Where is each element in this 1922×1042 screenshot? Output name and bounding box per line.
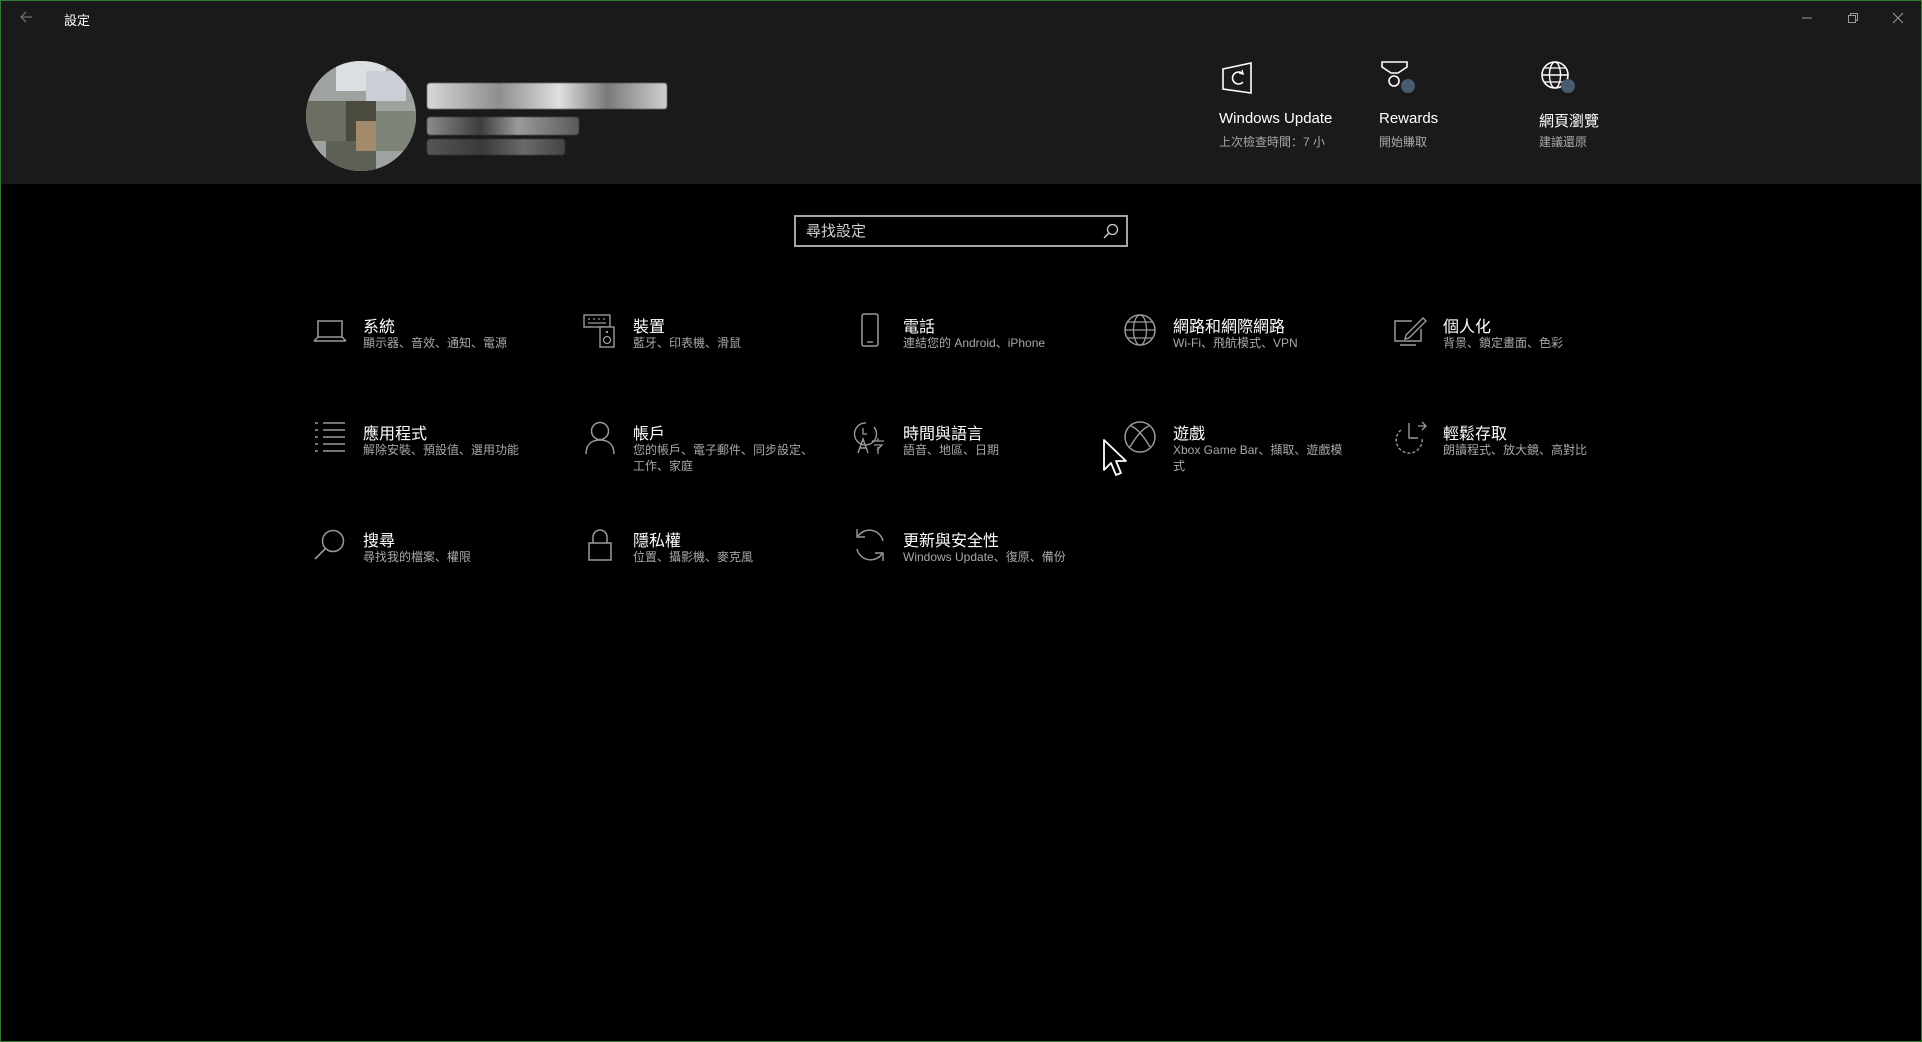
category-title: 帳戶 — [633, 426, 666, 443]
category-apps[interactable]: 應用程式 解除安裝、預設值、選用功能 — [308, 420, 548, 500]
title-bar[interactable]: 設定 — [1, 1, 1921, 35]
category-subtitle: 朗讀程式、放大鏡、高對比 — [1443, 443, 1588, 457]
category-title: 應用程式 — [363, 426, 428, 443]
web-browsing-icon — [1541, 61, 1575, 93]
category-subtitle: 藍牙、印表機、滑鼠 — [633, 336, 742, 350]
account-email — [427, 117, 579, 135]
category-system[interactable]: 系統 顯示器、音效、通知、電源 — [308, 313, 548, 393]
settings-search-box[interactable] — [794, 215, 1128, 247]
category-subtitle: 尋找我的檔案、權限 — [363, 550, 472, 564]
search-input[interactable] — [796, 217, 1086, 245]
time-language-icon — [853, 422, 884, 454]
category-devices[interactable]: 裝置 藍牙、印表機、滑鼠 — [578, 313, 818, 393]
category-title: 時間與語言 — [903, 426, 984, 443]
category-subtitle: 顯示器、音效、通知、電源 — [363, 336, 508, 350]
category-subtitle: 您的帳戶、電子郵件、同步設定、工作、家庭 — [633, 443, 814, 473]
category-personalization[interactable]: 個人化 背景、鎖定畫面、色彩 — [1388, 313, 1628, 393]
category-title: 網路和網際網路 — [1173, 319, 1286, 336]
category-title: 裝置 — [633, 319, 666, 336]
windows-update-icon — [1222, 62, 1252, 94]
sync-icon — [856, 529, 884, 561]
account-extra — [427, 139, 565, 155]
category-title: 更新與安全性 — [903, 533, 1000, 550]
mouse-pointer-icon — [1103, 439, 1127, 476]
quick-link-title: 網頁瀏覽 — [1539, 113, 1600, 130]
category-time-language[interactable]: 時間與語言 語音、地區、日期 — [848, 420, 1088, 500]
quick-link-subtitle: 上次檢查時間：7 小 — [1219, 135, 1326, 149]
close-icon[interactable] — [1875, 1, 1921, 35]
person-icon — [585, 421, 615, 455]
category-title: 隱私權 — [633, 533, 682, 550]
category-subtitle: Windows Update、復原、備份 — [903, 550, 1066, 564]
globe-icon — [1124, 314, 1156, 346]
user-avatar[interactable] — [306, 61, 416, 171]
window-title: 設定 — [64, 13, 91, 28]
phone-icon — [861, 313, 879, 347]
quick-link-subtitle: 建議還原 — [1539, 135, 1588, 149]
category-title: 個人化 — [1443, 319, 1492, 336]
settings-window: 設定 Windows Update 上次檢查時間：7 小 Rewards 開始賺… — [0, 0, 1922, 1042]
search-icon[interactable] — [1102, 222, 1120, 240]
back-arrow-icon[interactable] — [15, 8, 37, 28]
account-header: Windows Update 上次檢查時間：7 小 Rewards 開始賺取 網… — [1, 35, 1921, 184]
category-network[interactable]: 網路和網際網路 Wi-Fi、飛航模式、VPN — [1118, 313, 1358, 393]
restore-icon[interactable] — [1830, 1, 1876, 35]
category-title: 搜尋 — [363, 533, 396, 550]
search-icon — [314, 529, 345, 560]
rewards-icon — [1381, 61, 1415, 93]
category-subtitle: 語音、地區、日期 — [903, 443, 1000, 457]
category-search[interactable]: 搜尋 尋找我的檔案、權限 — [308, 527, 548, 607]
laptop-icon — [313, 320, 347, 342]
ease-of-access-icon — [1395, 421, 1427, 454]
personalization-icon — [1394, 317, 1427, 346]
account-name — [427, 83, 667, 109]
category-title: 系統 — [363, 319, 396, 336]
category-ease-of-access[interactable]: 輕鬆存取 朗讀程式、放大鏡、高對比 — [1388, 420, 1628, 500]
quick-link-title: Rewards — [1379, 110, 1439, 127]
category-phone[interactable]: 電話 連結您的 Android、iPhone — [848, 313, 1088, 393]
category-subtitle: 背景、鎖定畫面、色彩 — [1443, 336, 1564, 350]
category-title: 電話 — [903, 319, 936, 336]
category-subtitle: 解除安裝、預設值、選用功能 — [363, 443, 520, 457]
category-title: 遊戲 — [1173, 426, 1206, 443]
devices-icon — [583, 314, 615, 348]
category-update-security[interactable]: 更新與安全性 Windows Update、復原、備份 — [848, 527, 1088, 607]
apps-list-icon — [315, 422, 345, 452]
category-accounts[interactable]: 帳戶 您的帳戶、電子郵件、同步設定、工作、家庭 — [578, 420, 818, 500]
category-gaming[interactable]: 遊戲 Xbox Game Bar、擷取、遊戲模式 — [1118, 420, 1358, 500]
category-subtitle: Wi-Fi、飛航模式、VPN — [1173, 336, 1298, 350]
lock-icon — [588, 529, 612, 561]
quick-link-subtitle: 開始賺取 — [1379, 135, 1428, 149]
category-title: 輕鬆存取 — [1443, 426, 1508, 443]
category-subtitle: 連結您的 Android、iPhone — [903, 336, 1046, 350]
category-subtitle: 位置、攝影機、麥克風 — [633, 550, 754, 564]
quick-link-title: Windows Update — [1219, 110, 1333, 127]
category-subtitle: Xbox Game Bar、擷取、遊戲模式 — [1173, 443, 1343, 473]
minimize-icon[interactable] — [1784, 1, 1830, 35]
category-privacy[interactable]: 隱私權 位置、攝影機、麥克風 — [578, 527, 818, 607]
